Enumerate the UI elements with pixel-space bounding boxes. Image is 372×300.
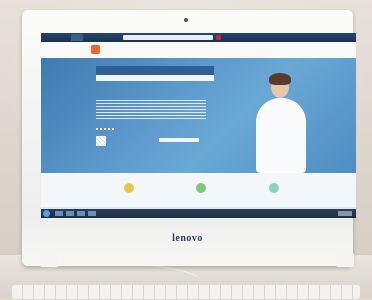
feature-icon-1[interactable] bbox=[124, 183, 134, 193]
person-hair bbox=[269, 73, 291, 85]
close-icon[interactable] bbox=[216, 35, 221, 40]
taskbar-clock[interactable] bbox=[338, 211, 352, 216]
start-button-icon[interactable] bbox=[43, 210, 50, 217]
photo-background: lenovo bbox=[0, 0, 372, 300]
hero-banner bbox=[41, 58, 356, 173]
hero-search-input[interactable] bbox=[96, 75, 214, 81]
hero-person-image bbox=[251, 70, 311, 173]
hero-title-bar bbox=[96, 66, 214, 75]
features-strip bbox=[41, 173, 356, 207]
taskbar-app-icon[interactable] bbox=[77, 211, 85, 216]
monitor-screen bbox=[41, 33, 356, 218]
person-body bbox=[256, 98, 306, 173]
monitor-foot-left bbox=[40, 253, 58, 267]
carousel-dots[interactable] bbox=[96, 128, 114, 130]
qr-code-icon bbox=[96, 136, 106, 146]
webcam bbox=[184, 18, 188, 22]
hero-phone-number bbox=[159, 138, 199, 142]
taskbar-app-icon[interactable] bbox=[55, 211, 63, 216]
hero-description-text bbox=[96, 100, 206, 120]
taskbar-app-icon[interactable] bbox=[88, 211, 96, 216]
browser-tab[interactable] bbox=[71, 34, 83, 41]
feature-icon-3[interactable] bbox=[269, 183, 279, 193]
feature-icon-2[interactable] bbox=[196, 183, 206, 193]
monitor-brand-logo: lenovo bbox=[172, 233, 203, 244]
taskbar bbox=[41, 209, 356, 218]
monitor-foot-right bbox=[336, 253, 354, 267]
site-header bbox=[41, 42, 356, 58]
taskbar-app-icon[interactable] bbox=[66, 211, 74, 216]
browser-titlebar bbox=[41, 33, 356, 42]
address-bar[interactable] bbox=[123, 35, 213, 40]
site-logo-icon[interactable] bbox=[91, 45, 100, 54]
